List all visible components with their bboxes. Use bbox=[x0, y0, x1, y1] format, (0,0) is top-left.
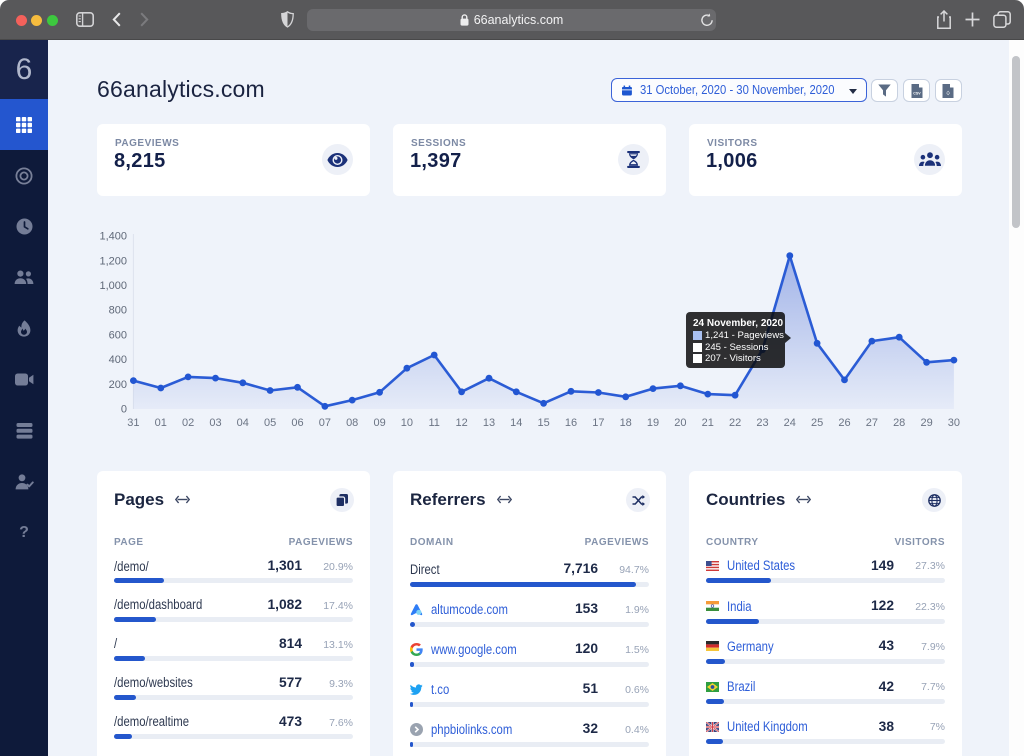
svg-text:05: 05 bbox=[264, 417, 276, 429]
svg-text:800: 800 bbox=[109, 305, 127, 317]
svg-text:18: 18 bbox=[620, 417, 632, 429]
svg-text:400: 400 bbox=[109, 354, 127, 366]
svg-text:27: 27 bbox=[866, 417, 878, 429]
svg-text:10: 10 bbox=[401, 417, 413, 429]
svg-text:600: 600 bbox=[109, 329, 127, 341]
svg-text:13: 13 bbox=[483, 417, 495, 429]
svg-text:11: 11 bbox=[428, 417, 439, 429]
svg-text:30: 30 bbox=[948, 417, 960, 429]
svg-text:200: 200 bbox=[109, 379, 127, 391]
svg-text:1,200: 1,200 bbox=[99, 255, 127, 267]
svg-text:15: 15 bbox=[537, 417, 549, 429]
svg-text:01: 01 bbox=[155, 417, 167, 429]
svg-text:06: 06 bbox=[291, 417, 303, 429]
svg-text:23: 23 bbox=[756, 417, 768, 429]
svg-text:1,400: 1,400 bbox=[99, 231, 127, 243]
svg-text:02: 02 bbox=[182, 417, 194, 429]
svg-text:14: 14 bbox=[510, 417, 522, 429]
svg-text:19: 19 bbox=[647, 417, 659, 429]
svg-text:31: 31 bbox=[127, 417, 139, 429]
svg-text:16: 16 bbox=[565, 417, 577, 429]
svg-text:29: 29 bbox=[920, 417, 932, 429]
svg-text:22: 22 bbox=[729, 417, 741, 429]
svg-text:26: 26 bbox=[838, 417, 850, 429]
svg-text:28: 28 bbox=[893, 417, 905, 429]
svg-text:12: 12 bbox=[455, 417, 467, 429]
svg-text:CSV: CSV bbox=[913, 91, 921, 95]
svg-text:♢: ♢ bbox=[946, 90, 951, 96]
svg-text:24: 24 bbox=[784, 417, 796, 429]
svg-text:1,000: 1,000 bbox=[99, 280, 127, 292]
svg-text:04: 04 bbox=[237, 417, 249, 429]
svg-text:03: 03 bbox=[209, 417, 221, 429]
svg-text:17: 17 bbox=[592, 417, 604, 429]
svg-text:0: 0 bbox=[121, 404, 127, 416]
svg-text:09: 09 bbox=[373, 417, 385, 429]
svg-text:20: 20 bbox=[674, 417, 686, 429]
svg-text:25: 25 bbox=[811, 417, 823, 429]
svg-text:07: 07 bbox=[319, 417, 331, 429]
svg-text:08: 08 bbox=[346, 417, 358, 429]
svg-text:21: 21 bbox=[702, 417, 714, 429]
